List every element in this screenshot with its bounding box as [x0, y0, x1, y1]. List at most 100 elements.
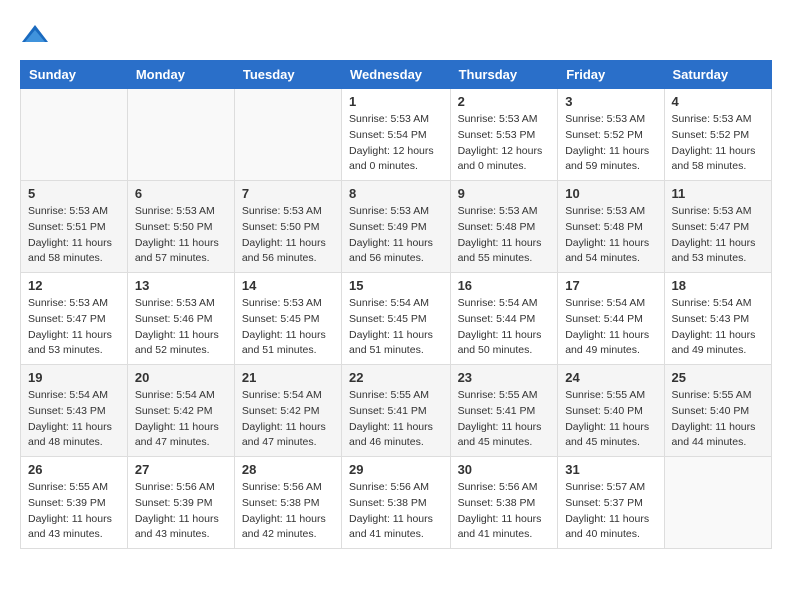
calendar-cell: 13 Sunrise: 5:53 AM Sunset: 5:46 PM Dayli… [127, 273, 234, 365]
day-number: 24 [565, 370, 656, 385]
day-number: 9 [458, 186, 551, 201]
day-info: Sunrise: 5:54 AM Sunset: 5:44 PM Dayligh… [458, 296, 551, 359]
day-info: Sunrise: 5:55 AM Sunset: 5:40 PM Dayligh… [565, 388, 656, 451]
day-info: Sunrise: 5:53 AM Sunset: 5:46 PM Dayligh… [135, 296, 227, 359]
day-info: Sunrise: 5:54 AM Sunset: 5:42 PM Dayligh… [135, 388, 227, 451]
calendar-day-header: Wednesday [342, 61, 451, 89]
calendar-cell: 28 Sunrise: 5:56 AM Sunset: 5:38 PM Dayli… [234, 457, 341, 549]
day-number: 8 [349, 186, 443, 201]
calendar-cell: 19 Sunrise: 5:54 AM Sunset: 5:43 PM Dayli… [21, 365, 128, 457]
calendar-day-header: Saturday [664, 61, 771, 89]
day-info: Sunrise: 5:53 AM Sunset: 5:49 PM Dayligh… [349, 204, 443, 267]
calendar-cell: 7 Sunrise: 5:53 AM Sunset: 5:50 PM Daylig… [234, 181, 341, 273]
day-info: Sunrise: 5:57 AM Sunset: 5:37 PM Dayligh… [565, 480, 656, 543]
day-number: 5 [28, 186, 120, 201]
calendar-cell: 10Sunrise: 5:53 AM Sunset: 5:48 PM Dayli… [558, 181, 664, 273]
calendar-cell [21, 89, 128, 181]
calendar-cell: 29 Sunrise: 5:56 AM Sunset: 5:38 PM Dayli… [342, 457, 451, 549]
day-info: Sunrise: 5:56 AM Sunset: 5:38 PM Dayligh… [242, 480, 334, 543]
calendar-cell: 14Sunrise: 5:53 AM Sunset: 5:45 PM Dayli… [234, 273, 341, 365]
day-info: Sunrise: 5:54 AM Sunset: 5:45 PM Dayligh… [349, 296, 443, 359]
day-info: Sunrise: 5:53 AM Sunset: 5:54 PM Dayligh… [349, 112, 443, 175]
day-number: 20 [135, 370, 227, 385]
calendar-day-header: Sunday [21, 61, 128, 89]
day-info: Sunrise: 5:54 AM Sunset: 5:44 PM Dayligh… [565, 296, 656, 359]
day-number: 28 [242, 462, 334, 477]
day-number: 19 [28, 370, 120, 385]
day-number: 27 [135, 462, 227, 477]
day-number: 4 [672, 94, 764, 109]
day-number: 6 [135, 186, 227, 201]
calendar-week-row: 5 Sunrise: 5:53 AM Sunset: 5:51 PM Daylig… [21, 181, 772, 273]
day-number: 17 [565, 278, 656, 293]
day-info: Sunrise: 5:53 AM Sunset: 5:47 PM Dayligh… [672, 204, 764, 267]
calendar-cell [127, 89, 234, 181]
calendar-cell: 3Sunrise: 5:53 AM Sunset: 5:52 PM Daylig… [558, 89, 664, 181]
calendar-cell: 22 Sunrise: 5:55 AM Sunset: 5:41 PM Dayli… [342, 365, 451, 457]
calendar-cell [234, 89, 341, 181]
day-info: Sunrise: 5:53 AM Sunset: 5:50 PM Dayligh… [242, 204, 334, 267]
day-number: 29 [349, 462, 443, 477]
calendar-cell: 25 Sunrise: 5:55 AM Sunset: 5:40 PM Dayli… [664, 365, 771, 457]
calendar-table: SundayMondayTuesdayWednesdayThursdayFrid… [20, 60, 772, 549]
calendar-cell: 2Sunrise: 5:53 AM Sunset: 5:53 PM Daylig… [450, 89, 558, 181]
calendar-cell: 11 Sunrise: 5:53 AM Sunset: 5:47 PM Dayli… [664, 181, 771, 273]
calendar-week-row: 26 Sunrise: 5:55 AM Sunset: 5:39 PM Dayli… [21, 457, 772, 549]
calendar-day-header: Tuesday [234, 61, 341, 89]
day-info: Sunrise: 5:53 AM Sunset: 5:47 PM Dayligh… [28, 296, 120, 359]
day-info: Sunrise: 5:54 AM Sunset: 5:43 PM Dayligh… [28, 388, 120, 451]
calendar-cell: 5 Sunrise: 5:53 AM Sunset: 5:51 PM Daylig… [21, 181, 128, 273]
calendar-cell: 9 Sunrise: 5:53 AM Sunset: 5:48 PM Daylig… [450, 181, 558, 273]
day-info: Sunrise: 5:53 AM Sunset: 5:45 PM Dayligh… [242, 296, 334, 359]
day-number: 13 [135, 278, 227, 293]
day-info: Sunrise: 5:55 AM Sunset: 5:41 PM Dayligh… [349, 388, 443, 451]
page-header [20, 20, 772, 50]
day-info: Sunrise: 5:54 AM Sunset: 5:43 PM Dayligh… [672, 296, 764, 359]
day-number: 21 [242, 370, 334, 385]
calendar-week-row: 12 Sunrise: 5:53 AM Sunset: 5:47 PM Dayli… [21, 273, 772, 365]
day-number: 26 [28, 462, 120, 477]
day-number: 12 [28, 278, 120, 293]
calendar-cell: 15 Sunrise: 5:54 AM Sunset: 5:45 PM Dayli… [342, 273, 451, 365]
day-info: Sunrise: 5:55 AM Sunset: 5:39 PM Dayligh… [28, 480, 120, 543]
day-info: Sunrise: 5:56 AM Sunset: 5:38 PM Dayligh… [349, 480, 443, 543]
calendar-cell: 1 Sunrise: 5:53 AM Sunset: 5:54 PM Daylig… [342, 89, 451, 181]
logo [20, 20, 54, 50]
calendar-cell: 31Sunrise: 5:57 AM Sunset: 5:37 PM Dayli… [558, 457, 664, 549]
day-number: 22 [349, 370, 443, 385]
calendar-cell: 6 Sunrise: 5:53 AM Sunset: 5:50 PM Daylig… [127, 181, 234, 273]
calendar-cell: 30Sunrise: 5:56 AM Sunset: 5:38 PM Dayli… [450, 457, 558, 549]
day-number: 3 [565, 94, 656, 109]
calendar-cell: 18 Sunrise: 5:54 AM Sunset: 5:43 PM Dayli… [664, 273, 771, 365]
calendar-cell: 12 Sunrise: 5:53 AM Sunset: 5:47 PM Dayli… [21, 273, 128, 365]
calendar-cell [664, 457, 771, 549]
day-info: Sunrise: 5:53 AM Sunset: 5:50 PM Dayligh… [135, 204, 227, 267]
calendar-cell: 26 Sunrise: 5:55 AM Sunset: 5:39 PM Dayli… [21, 457, 128, 549]
calendar-cell: 21 Sunrise: 5:54 AM Sunset: 5:42 PM Dayli… [234, 365, 341, 457]
day-info: Sunrise: 5:56 AM Sunset: 5:38 PM Dayligh… [458, 480, 551, 543]
day-info: Sunrise: 5:55 AM Sunset: 5:41 PM Dayligh… [458, 388, 551, 451]
day-info: Sunrise: 5:54 AM Sunset: 5:42 PM Dayligh… [242, 388, 334, 451]
calendar-header-row: SundayMondayTuesdayWednesdayThursdayFrid… [21, 61, 772, 89]
day-number: 15 [349, 278, 443, 293]
calendar-cell: 8 Sunrise: 5:53 AM Sunset: 5:49 PM Daylig… [342, 181, 451, 273]
day-info: Sunrise: 5:53 AM Sunset: 5:51 PM Dayligh… [28, 204, 120, 267]
day-number: 25 [672, 370, 764, 385]
calendar-cell: 27Sunrise: 5:56 AM Sunset: 5:39 PM Dayli… [127, 457, 234, 549]
calendar-day-header: Monday [127, 61, 234, 89]
day-info: Sunrise: 5:55 AM Sunset: 5:40 PM Dayligh… [672, 388, 764, 451]
day-info: Sunrise: 5:53 AM Sunset: 5:52 PM Dayligh… [672, 112, 764, 175]
calendar-day-header: Thursday [450, 61, 558, 89]
day-number: 11 [672, 186, 764, 201]
day-number: 16 [458, 278, 551, 293]
day-number: 1 [349, 94, 443, 109]
calendar-day-header: Friday [558, 61, 664, 89]
calendar-cell: 16 Sunrise: 5:54 AM Sunset: 5:44 PM Dayli… [450, 273, 558, 365]
day-info: Sunrise: 5:53 AM Sunset: 5:48 PM Dayligh… [458, 204, 551, 267]
day-number: 18 [672, 278, 764, 293]
calendar-week-row: 19 Sunrise: 5:54 AM Sunset: 5:43 PM Dayli… [21, 365, 772, 457]
calendar-cell: 23Sunrise: 5:55 AM Sunset: 5:41 PM Dayli… [450, 365, 558, 457]
calendar-cell: 17 Sunrise: 5:54 AM Sunset: 5:44 PM Dayli… [558, 273, 664, 365]
day-number: 7 [242, 186, 334, 201]
day-number: 10 [565, 186, 656, 201]
